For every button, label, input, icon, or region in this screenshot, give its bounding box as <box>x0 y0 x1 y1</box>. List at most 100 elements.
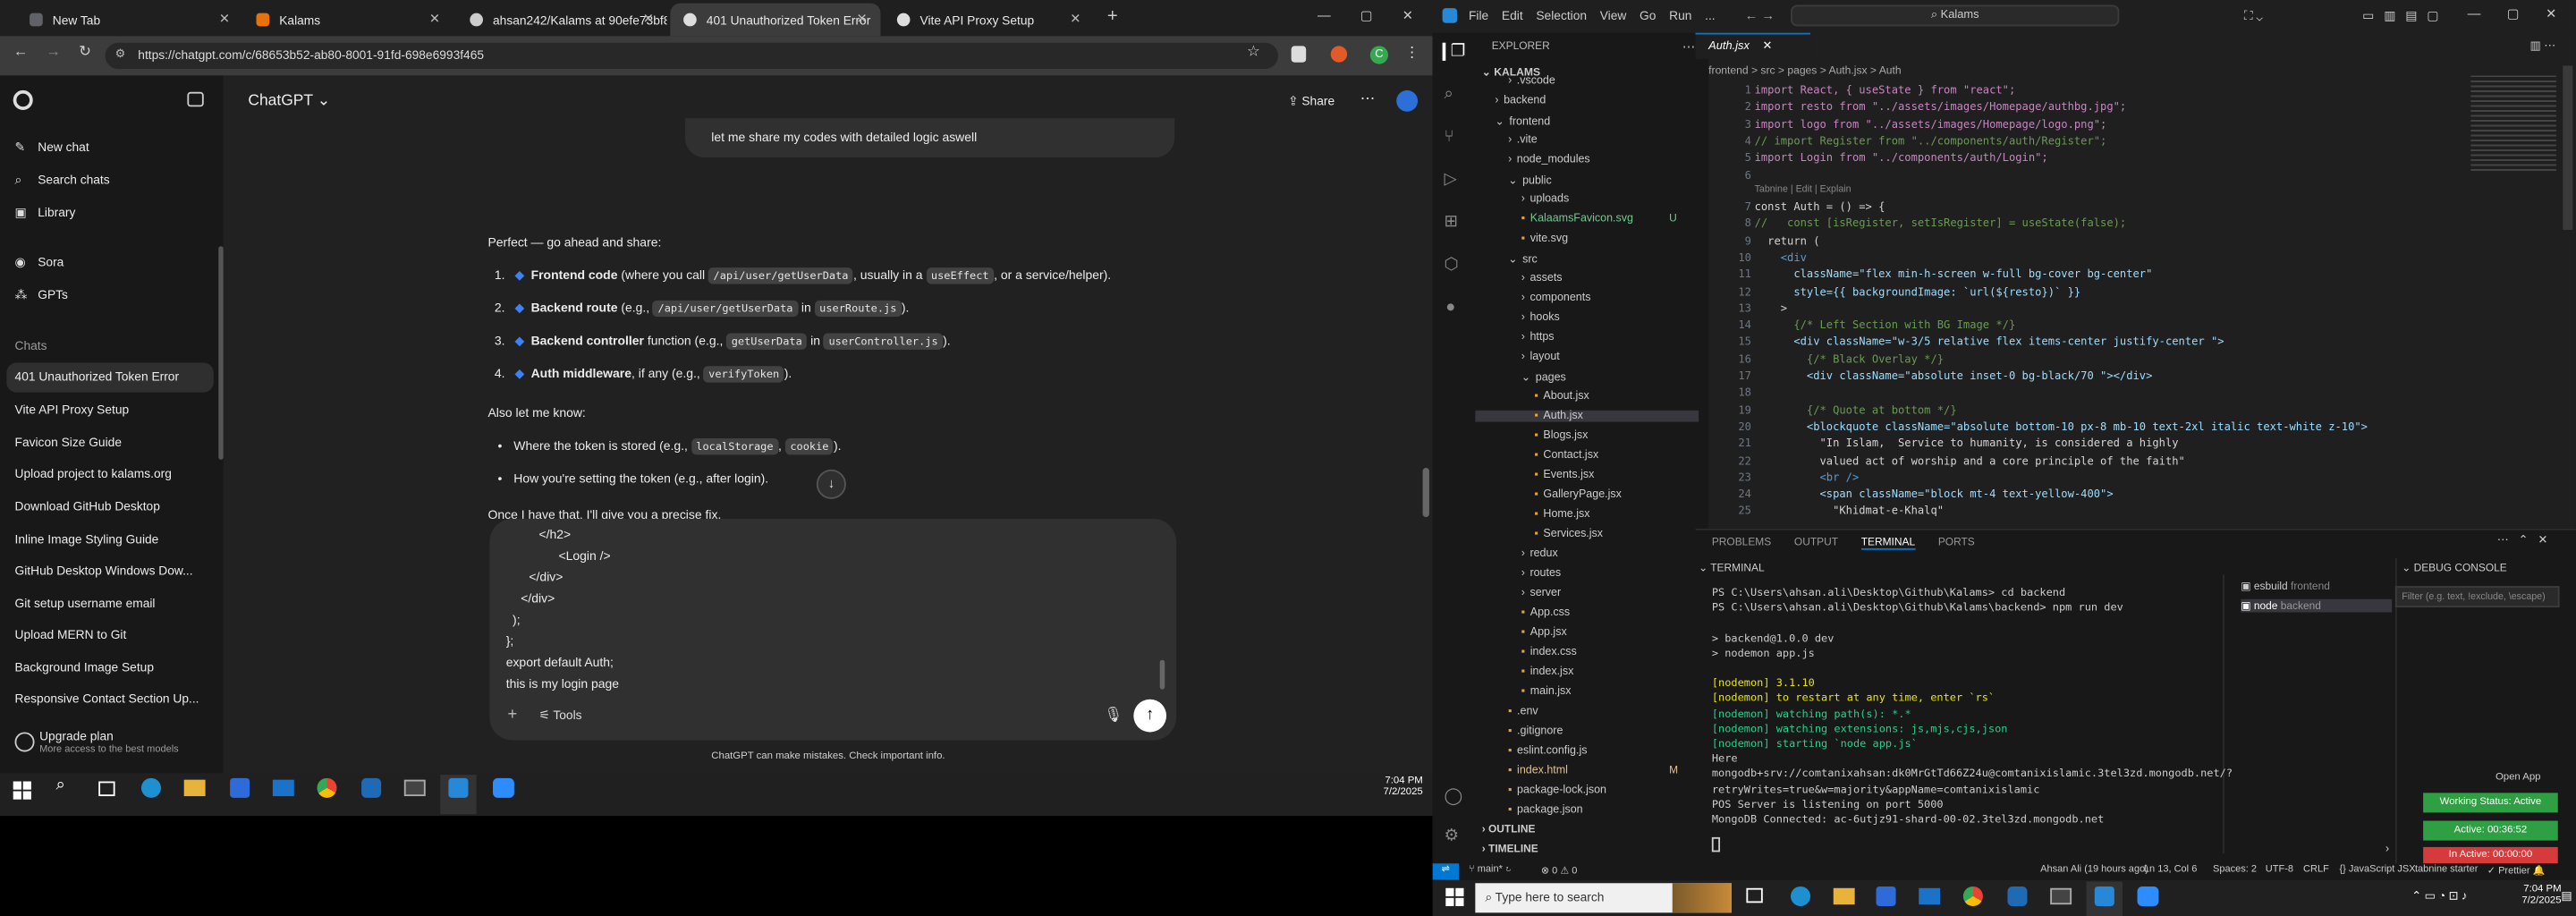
windows-start-icon[interactable] <box>13 781 31 800</box>
git-branch[interactable]: ⑂ main* ↻ <box>1469 865 1512 875</box>
taskbar-clock[interactable]: 7:04 PM 7/2/2025 <box>1384 775 1423 798</box>
tree-item[interactable]: › hooks <box>1521 312 1560 324</box>
tree-item[interactable]: ▪ index.css <box>1521 647 1577 658</box>
tree-item[interactable]: › routes <box>1521 568 1561 580</box>
outline-section[interactable]: › OUTLINE <box>1482 824 1536 835</box>
chat-scrollbar[interactable] <box>1422 468 1429 518</box>
task-view-icon[interactable] <box>98 781 115 797</box>
panel-controls[interactable]: ⋯⌃✕ <box>2497 533 2557 547</box>
indent-setting[interactable]: Spaces: 2 <box>2213 865 2257 875</box>
tree-item[interactable]: ▪ App.jsx <box>1521 627 1567 639</box>
sidebar-item-sora[interactable]: ◉ Sora <box>15 254 64 269</box>
encoding[interactable]: UTF-8 <box>2266 865 2293 875</box>
back-arrow-icon[interactable]: ← <box>13 43 29 59</box>
tree-item[interactable]: ⌄ frontend <box>1495 114 1550 128</box>
tree-item[interactable]: › .vite <box>1508 134 1538 146</box>
debug-filter-input[interactable]: Filter (e.g. text, !exclude, \escape) <box>2394 586 2560 607</box>
chat-item[interactable]: Upload MERN to Git <box>15 627 127 642</box>
command-search[interactable]: ⌕ Kalams <box>1791 4 2120 27</box>
url-input[interactable]: https://chatgpt.com/c/68653b52-ab80-8001… <box>105 42 1278 70</box>
chrome-icon[interactable] <box>1962 886 1983 906</box>
vscode-icon[interactable] <box>2094 886 2114 906</box>
tree-item[interactable]: ⌄ pages <box>1521 371 1566 385</box>
tab-kalams[interactable]: Kalams ✕ <box>243 4 453 37</box>
tree-item[interactable]: › layout <box>1521 352 1560 363</box>
close-icon[interactable]: ✕ <box>219 12 230 27</box>
breadcrumb[interactable]: frontend > src > pages > Auth.jsx > Auth <box>1708 65 1901 77</box>
tree-item[interactable]: ▪ KalaamsFavicon.svg <box>1521 214 1633 225</box>
task-view-icon[interactable] <box>1746 887 1763 903</box>
tree-item[interactable]: › server <box>1521 588 1561 599</box>
tree-item[interactable]: ▪ .gitignore <box>1508 725 1563 737</box>
terminal-icon[interactable] <box>2050 887 2072 905</box>
system-tray-icons[interactable]: ⌃ ▭ ◔ ⊡ ♪ <box>2411 890 2467 903</box>
forward-arrow-icon[interactable]: → <box>46 43 61 59</box>
tree-item[interactable]: › backend <box>1495 95 1546 106</box>
file-explorer-icon[interactable] <box>183 779 206 797</box>
menu-item[interactable]: Selection <box>1536 8 1587 23</box>
tools-button[interactable]: ⚟ Tools <box>538 708 581 723</box>
tree-item[interactable]: ▪ Events.jsx <box>1534 470 1594 481</box>
tree-item[interactable]: › components <box>1521 293 1591 304</box>
tabnine-icon[interactable]: ● <box>1445 299 1455 317</box>
send-button[interactable]: ↑ <box>1133 699 1167 733</box>
search-icon[interactable]: ⌕ <box>1444 85 1453 103</box>
more-icon[interactable]: ⋯ <box>1682 39 1696 55</box>
chat-item[interactable]: GitHub Desktop Windows Dow... <box>15 563 193 578</box>
more-options-icon[interactable]: ⋯ <box>1360 90 1376 108</box>
notification-icon[interactable]: ▤ <box>2561 890 2572 903</box>
taskbar-clock[interactable]: 7:04 PM 7/2/2025 <box>2521 883 2561 906</box>
mail-icon[interactable] <box>272 779 294 797</box>
tree-item[interactable]: › redux <box>1521 548 1558 560</box>
extension-icon[interactable] <box>1291 46 1307 63</box>
tree-item[interactable]: ▪ GalleryPage.jsx <box>1534 489 1621 501</box>
chat-item[interactable]: Vite API Proxy Setup <box>15 403 130 418</box>
sidebar-item-search[interactable]: ⌕ Search chats <box>15 173 110 189</box>
editor-tab-auth[interactable]: Auth.jsx ✕ <box>1695 32 1811 60</box>
tab-401-error[interactable]: 401 Unauthorized Token Error ✕ <box>670 3 881 37</box>
site-info-icon[interactable]: ⚙ <box>115 47 126 61</box>
chrome-icon[interactable] <box>317 777 337 798</box>
extensions-icon[interactable]: ⊞ <box>1444 214 1457 232</box>
chat-item[interactable]: 401 Unauthorized Token Error <box>6 362 214 393</box>
edge-icon[interactable] <box>140 777 161 798</box>
timeline-section[interactable]: › TIMELINE <box>1482 844 1538 855</box>
chat-item[interactable]: Favicon Size Guide <box>15 435 122 450</box>
tree-item[interactable]: ▪ Home.jsx <box>1534 509 1589 521</box>
bookmark-star-icon[interactable]: ☆ <box>1247 43 1260 61</box>
composer-scrollbar[interactable] <box>1159 659 1165 690</box>
panel-tab[interactable]: OUTPUT <box>1794 537 1838 550</box>
reload-icon[interactable]: ↻ <box>79 43 91 61</box>
add-attachment-icon[interactable]: + <box>508 706 518 724</box>
problems-count[interactable]: ⊗ 0 ⚠ 0 <box>1541 865 1578 877</box>
minimap[interactable] <box>2470 75 2556 174</box>
codelens[interactable]: Tabnine | Edit | Explain <box>1755 185 1852 195</box>
language-mode[interactable]: {} JavaScript JSX <box>2339 865 2415 875</box>
tree-item[interactable]: ▪ Services.jsx <box>1534 529 1603 540</box>
tree-item[interactable]: ▪ vite.svg <box>1521 233 1568 245</box>
sidebar-toggle-icon[interactable] <box>187 91 204 107</box>
chat-item[interactable]: Inline Image Styling Guide <box>15 532 159 547</box>
cursor-position[interactable]: Ln 13, Col 6 <box>2144 865 2197 875</box>
file-explorer-icon[interactable] <box>1833 887 1855 905</box>
tab-new-tab[interactable]: New Tab ✕ <box>16 4 242 37</box>
panel-tab[interactable]: PORTS <box>1938 537 1975 550</box>
tree-item[interactable]: ▪ About.jsx <box>1534 391 1589 403</box>
app-icon[interactable] <box>361 777 382 798</box>
terminal-session-esbuild[interactable]: ▣ esbuild frontend <box>2241 580 2330 593</box>
line-ending[interactable]: CRLF <box>2303 865 2329 875</box>
nav-arrows[interactable]: ← → <box>1745 8 1775 23</box>
tree-item[interactable]: › uploads <box>1521 194 1569 206</box>
close-icon[interactable]: ✕ <box>429 12 440 27</box>
edge-icon[interactable] <box>1791 886 1811 906</box>
open-app-link[interactable]: Open App <box>2496 771 2541 783</box>
tree-item[interactable]: › https <box>1521 332 1555 344</box>
chat-item[interactable]: Background Image Setup <box>15 660 154 675</box>
explorer-icon[interactable]: ❐ <box>1442 42 1465 61</box>
tree-item[interactable]: ▪ index.html <box>1508 765 1568 776</box>
menu-dots-icon[interactable]: ⋮ <box>1404 45 1419 63</box>
tree-item[interactable]: › node_modules <box>1508 154 1590 165</box>
split-editor-icon[interactable]: ▥ ⋯ <box>2530 39 2556 53</box>
app-icon[interactable] <box>2007 886 2028 906</box>
terminal-icon[interactable] <box>403 779 426 797</box>
